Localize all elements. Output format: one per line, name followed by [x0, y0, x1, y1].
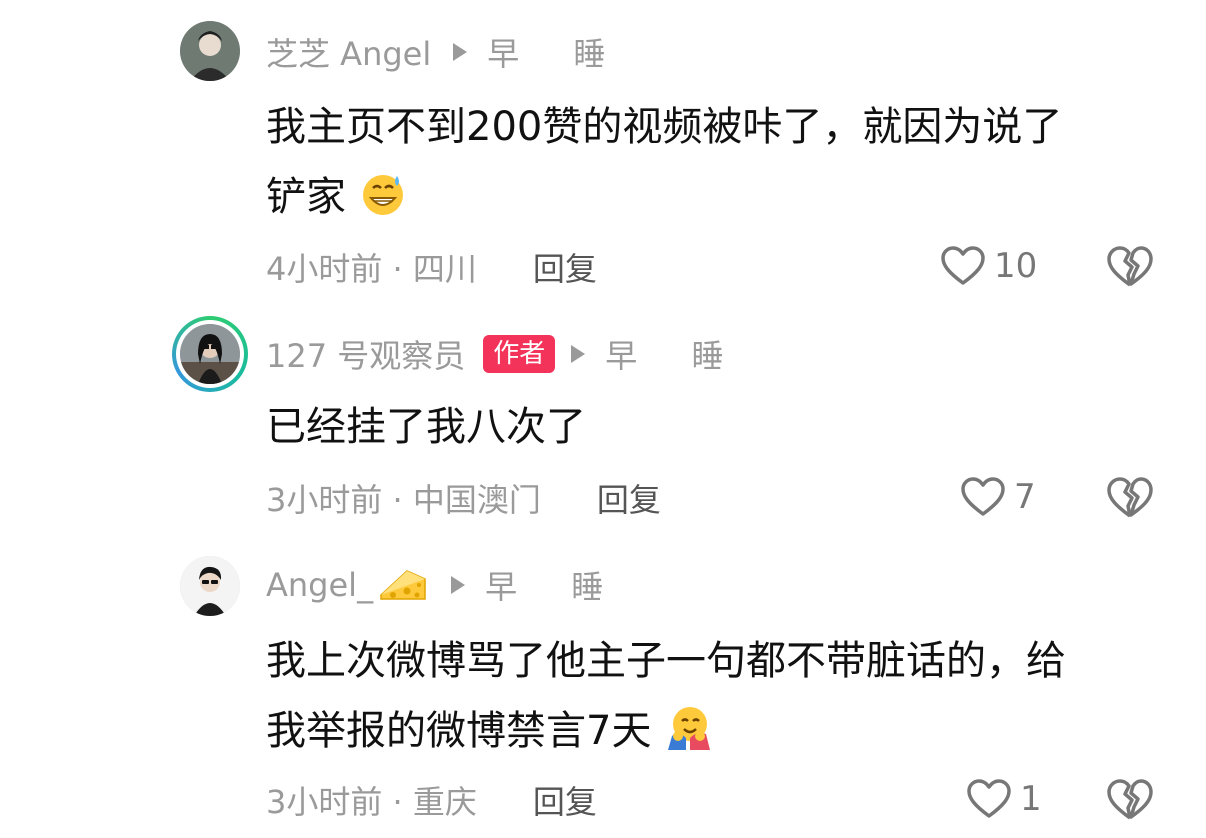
reply-arrow-icon [451, 576, 466, 594]
broken-heart-icon[interactable] [1106, 476, 1154, 520]
like-button[interactable]: 10 [940, 245, 1037, 287]
comment-text-line-2: 我举报的微博禁言7天 [266, 696, 1166, 766]
like-button[interactable]: 1 [966, 778, 1042, 820]
timestamp-location: 4小时前 · 四川 [266, 250, 477, 288]
heart-icon [941, 246, 985, 285]
comment-header: Angel_ 早 睡 [266, 563, 625, 607]
comment-header: 芝芝 Angel 早 睡 [266, 30, 627, 74]
broken-heart-icon[interactable] [1106, 778, 1154, 822]
comment-header: 127 号观察员 作者 早 睡 [266, 332, 745, 376]
reply-button[interactable]: 回复 [533, 777, 597, 823]
author-badge: 作者 [483, 335, 556, 373]
avatar-story-ring[interactable] [172, 316, 248, 392]
username[interactable]: 芝芝 Angel [266, 29, 431, 75]
timestamp-location: 3小时前 · 中国澳门 [266, 481, 541, 519]
like-button[interactable]: 7 [960, 476, 1036, 518]
like-count: 10 [994, 246, 1038, 286]
timestamp-location: 3小时前 · 重庆 [266, 783, 477, 821]
reply-target[interactable]: 早 睡 [487, 29, 627, 75]
reply-target[interactable]: 早 睡 [605, 331, 745, 377]
comment-text-segment: 铲家 [266, 174, 346, 220]
avatar[interactable] [180, 21, 240, 81]
cheese-emoji-icon [380, 570, 426, 600]
comment-text: 我上次微博骂了他主子一句都不带脏话的，给 我举报的微博禁言7天 [266, 626, 1166, 766]
comment-text-segment: 我举报的微博禁言7天 [266, 708, 652, 754]
reply-button[interactable]: 回复 [533, 244, 597, 290]
like-count: 1 [1020, 779, 1042, 819]
broken-heart-icon[interactable] [1106, 245, 1154, 289]
comment-meta: 3小时前 · 中国澳门 回复 [266, 476, 661, 520]
comment-text-line: 我上次微博骂了他主子一句都不带脏话的，给 [266, 638, 1066, 684]
heart-icon [961, 477, 1005, 516]
reply-button[interactable]: 回复 [597, 475, 661, 521]
comment-text-line-2: 铲家 [266, 162, 1166, 232]
reply-arrow-icon [453, 43, 468, 61]
username[interactable]: 127 号观察员 [266, 331, 465, 377]
reply-arrow-icon [571, 345, 586, 363]
comment-text-line: 我主页不到200赞的视频被咔了，就因为说了 [266, 104, 1063, 150]
grinning-sweat-emoji-icon [362, 175, 403, 215]
avatar [180, 324, 240, 384]
comment-text: 已经挂了我八次了 [266, 404, 586, 450]
comment-text: 我主页不到200赞的视频被咔了，就因为说了 铲家 [266, 92, 1166, 232]
username[interactable]: Angel_ [266, 566, 373, 604]
hugging-face-emoji-icon [668, 707, 711, 750]
comment-meta: 3小时前 · 重庆 回复 [266, 778, 597, 822]
like-count: 7 [1014, 477, 1036, 517]
comment-meta: 4小时前 · 四川 回复 [266, 245, 597, 289]
heart-icon [967, 779, 1011, 818]
avatar[interactable] [180, 556, 240, 616]
reply-target[interactable]: 早 睡 [485, 562, 625, 608]
